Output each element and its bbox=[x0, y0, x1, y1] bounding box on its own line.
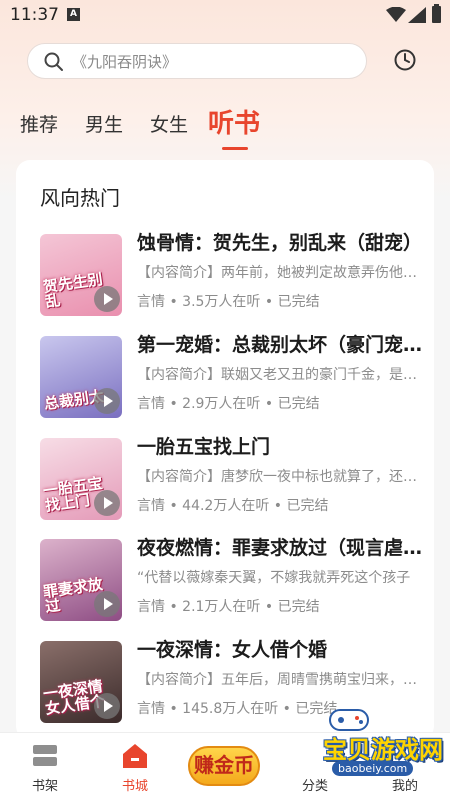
hot-section-card: 风向热门 贺先生别乱 蚀骨情：贺先生，别乱来（甜宠） 【内容简介】两年前，她被判… bbox=[16, 160, 434, 740]
book-intro: 【内容简介】唐梦欣一夜中标也就算了，还怀了五胞胎 bbox=[137, 469, 423, 485]
tab-recommend[interactable]: 推荐 bbox=[20, 110, 58, 137]
book-intro: 【内容简介】两年前，她被判定故意弄伤他人入狱 bbox=[137, 265, 423, 281]
section-title: 风向热门 bbox=[40, 186, 120, 210]
nav-label: 书架 bbox=[31, 779, 58, 794]
search-icon bbox=[44, 52, 63, 71]
history-clock-icon[interactable] bbox=[393, 48, 417, 72]
bookshelf-icon bbox=[33, 745, 57, 766]
nav-label: 书城 bbox=[121, 779, 148, 794]
book-intro: 【内容简介】五年后，周晴雪携萌宝归来，却遇前夫 bbox=[137, 672, 423, 688]
play-icon[interactable] bbox=[94, 286, 120, 312]
book-cover[interactable]: 一夜深情女人借个 bbox=[40, 641, 122, 723]
notification-a-icon: A bbox=[67, 8, 80, 21]
battery-icon bbox=[432, 4, 441, 23]
book-meta: 言情 • 44.2万人在听 • 已完结 bbox=[137, 498, 329, 514]
book-cover[interactable]: 罪妻求放过 bbox=[40, 539, 122, 621]
gamepad-icon bbox=[329, 709, 369, 731]
tab-audiobook[interactable]: 听书 bbox=[208, 103, 260, 140]
watermark-logo: 宝贝游戏网 baobeiy.com bbox=[280, 706, 450, 790]
play-icon[interactable] bbox=[94, 693, 120, 719]
home-icon bbox=[123, 744, 147, 768]
book-cover[interactable]: 贺先生别乱 bbox=[40, 234, 122, 316]
watermark-title: 宝贝游戏网 bbox=[323, 736, 443, 764]
category-tabs: 推荐 男生 女生 听书 bbox=[0, 100, 450, 150]
active-tab-indicator bbox=[222, 147, 248, 150]
play-icon[interactable] bbox=[94, 591, 120, 617]
watermark-url: baobeiy.com bbox=[332, 761, 414, 776]
book-cover[interactable]: 一胎五宝找上门 bbox=[40, 438, 122, 520]
book-item[interactable]: 总裁别太 第一宠婚：总裁别太坏（豪门宠婚） 【内容简介】联姻又老又丑的豪门千金，… bbox=[40, 334, 425, 426]
book-meta: 言情 • 2.1万人在听 • 已完结 bbox=[137, 599, 320, 615]
signal-icon bbox=[408, 7, 426, 23]
status-time: 11:37 bbox=[10, 5, 59, 25]
tab-female[interactable]: 女生 bbox=[150, 110, 188, 137]
book-meta: 言情 • 3.5万人在听 • 已完结 bbox=[137, 294, 320, 310]
book-title: 一夜深情：女人借个婚 bbox=[137, 639, 328, 661]
earn-coins-button[interactable]: 赚金币 bbox=[188, 746, 260, 786]
search-input[interactable]: 《九阳吞阴诀》 bbox=[27, 43, 367, 79]
book-intro: “代替以薇嫁秦天翼，不嫁我就弄死这个孩子 bbox=[137, 570, 411, 586]
tab-male[interactable]: 男生 bbox=[85, 110, 123, 137]
book-cover[interactable]: 总裁别太 bbox=[40, 336, 122, 418]
book-meta: 言情 • 2.9万人在听 • 已完结 bbox=[137, 396, 320, 412]
book-title: 一胎五宝找上门 bbox=[137, 436, 271, 458]
status-bar: 11:37 A bbox=[0, 0, 450, 32]
play-icon[interactable] bbox=[94, 388, 120, 414]
book-title: 第一宠婚：总裁别太坏（豪门宠婚） bbox=[137, 334, 423, 356]
nav-bookstore[interactable]: 书城 bbox=[105, 733, 165, 800]
book-item[interactable]: 贺先生别乱 蚀骨情：贺先生，别乱来（甜宠） 【内容简介】两年前，她被判定故意弄伤… bbox=[40, 232, 425, 324]
book-item[interactable]: 一胎五宝找上门 一胎五宝找上门 【内容简介】唐梦欣一夜中标也就算了，还怀了五胞胎… bbox=[40, 436, 425, 528]
book-item[interactable]: 罪妻求放过 夜夜燃情：罪妻求放过（现言虐恋） “代替以薇嫁秦天翼，不嫁我就弄死这… bbox=[40, 537, 425, 629]
search-placeholder: 《九阳吞阴诀》 bbox=[72, 53, 178, 71]
book-intro: 【内容简介】联姻又老又丑的豪门千金，是她的命 bbox=[137, 367, 423, 383]
wifi-icon bbox=[386, 7, 406, 22]
book-title: 夜夜燃情：罪妻求放过（现言虐恋） bbox=[137, 537, 423, 559]
play-icon[interactable] bbox=[94, 490, 120, 516]
nav-bookshelf[interactable]: 书架 bbox=[15, 733, 75, 800]
book-title: 蚀骨情：贺先生，别乱来（甜宠） bbox=[137, 232, 423, 254]
